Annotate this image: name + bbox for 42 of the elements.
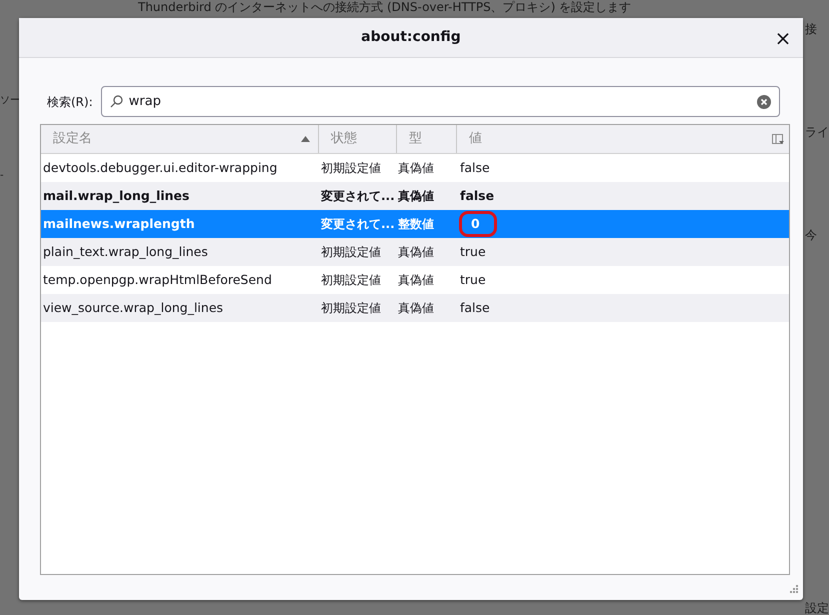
window-title: about:config xyxy=(361,28,461,47)
table-cell-text: view_source.wrap_long_lines xyxy=(42,298,224,317)
table-cell-text: temp.openpgp.wrapHtmlBeforeSend xyxy=(42,270,273,289)
background-text: ソー xyxy=(0,94,20,108)
close-button[interactable]: × xyxy=(771,26,795,50)
table-cell-text: 真偽値 xyxy=(397,160,435,177)
table-cell-text: 真偽値 xyxy=(397,244,435,261)
background-text: 今 xyxy=(805,227,818,244)
table-cell-text: 真偽値 xyxy=(397,300,435,317)
search-field[interactable]: wrap xyxy=(100,86,780,117)
search-label: 検索(R): xyxy=(47,94,93,110)
background-text: 設定 xyxy=(805,600,829,615)
background-text: 接 xyxy=(805,21,818,38)
table-cell-text: 初期設定値 xyxy=(320,300,382,317)
preference-row[interactable]: mailnews.wraplength 変更されて... 整数値 0 xyxy=(41,210,789,238)
search-icon xyxy=(110,95,123,108)
table-cell-text: true xyxy=(459,242,487,261)
background-text: Thunderbird のインターネットへの接続方式 (DNS-over-HTTPS、プロキシ) を設定します xyxy=(138,0,632,15)
clear-icon[interactable] xyxy=(757,94,771,108)
table-cell-text: mail.wrap_long_lines xyxy=(42,186,190,205)
table-cell-text: 初期設定値 xyxy=(320,160,382,177)
table-cell-text: true xyxy=(459,270,487,289)
table-cell-text: 初期設定値 xyxy=(320,272,382,289)
table-cell-text: mailnews.wraplength xyxy=(42,214,196,233)
table-cell-text: false xyxy=(459,158,491,177)
table-cell-text: 整数値 xyxy=(397,216,435,233)
resize-grip-icon[interactable] xyxy=(790,585,799,594)
preference-row[interactable]: plain_text.wrap_long_lines 初期設定値 真偽値 true xyxy=(41,238,789,266)
background-text: - xyxy=(0,169,4,183)
table-cell-text: plain_text.wrap_long_lines xyxy=(42,242,209,261)
preference-row[interactable]: mail.wrap_long_lines 変更されて... 真偽値 false xyxy=(41,182,789,210)
table-cell-text: false xyxy=(459,186,496,205)
table-cell-text: 初期設定値 xyxy=(320,244,382,261)
table-cell-text: devtools.debugger.ui.editor-wrapping xyxy=(42,158,278,177)
background-text: ライ xyxy=(805,124,829,141)
preference-row[interactable]: view_source.wrap_long_lines 初期設定値 真偽値 false xyxy=(41,294,789,322)
table-cell-text: 真偽値 xyxy=(397,272,435,289)
table-cell-text: 変更されて... xyxy=(320,188,396,205)
table-cell-text: 変更されて... xyxy=(320,216,396,233)
table-cell-text: 真偽値 xyxy=(397,188,435,205)
column-picker-icon[interactable] xyxy=(772,133,784,145)
table-cell-text: false xyxy=(459,298,491,317)
